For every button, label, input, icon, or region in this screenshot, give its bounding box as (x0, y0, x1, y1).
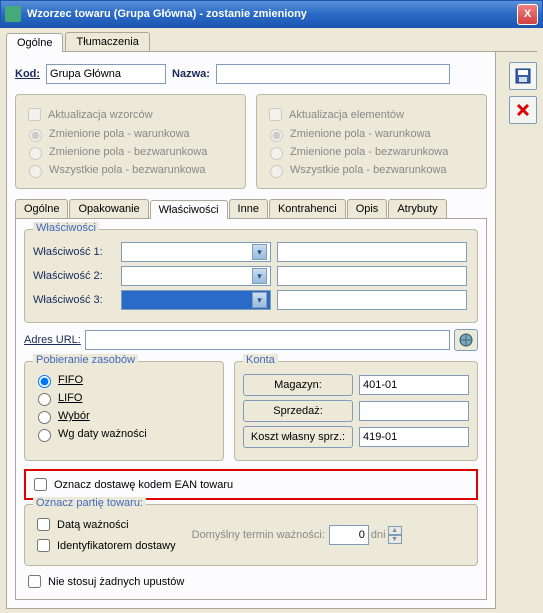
batch-id-check[interactable] (37, 539, 50, 552)
update-wzorcow-check (28, 108, 41, 121)
wybor-radio[interactable] (38, 411, 51, 424)
app-icon (5, 6, 21, 22)
batch-date-label: Datą ważności (57, 519, 129, 531)
konta-title: Konta (243, 354, 278, 366)
magazyn-input[interactable] (359, 375, 469, 395)
update-elementow-check (269, 108, 282, 121)
chevron-down-icon[interactable]: ▾ (252, 244, 267, 260)
magazyn-button[interactable]: Magazyn: (243, 374, 353, 396)
koszt-input[interactable] (359, 427, 469, 447)
prop2-label: Właściwość 2: (33, 270, 115, 282)
tab2-wlasciwosci[interactable]: Właściwości (150, 200, 228, 219)
save-button[interactable] (509, 62, 537, 90)
tab2-ogolne[interactable]: Ogólne (15, 199, 68, 218)
wz-r3 (29, 165, 42, 178)
cancel-button[interactable] (509, 96, 537, 124)
prop3-combo[interactable]: ▾ (121, 290, 271, 310)
chevron-down-icon[interactable]: ▾ (252, 268, 267, 284)
props-title: Właściwości (33, 222, 99, 234)
fifo-radio[interactable] (38, 375, 51, 388)
el-r1 (270, 129, 283, 142)
el-r3 (270, 165, 283, 178)
wz-r3-label: Wszystkie pola - bezwarunkowa (49, 164, 206, 176)
chevron-down-icon[interactable]: ▾ (252, 292, 267, 308)
prop1-label: Właściwość 1: (33, 246, 115, 258)
batch-title: Oznacz partię towaru: (33, 497, 146, 509)
update-wzorcow-label: Aktualizacja wzorców (48, 109, 153, 121)
url-browse-button[interactable] (454, 329, 478, 351)
wz-r1-label: Zmienione pola - warunkowa (49, 128, 190, 140)
prop1-text[interactable] (277, 242, 467, 262)
expiry-input[interactable] (329, 525, 369, 545)
wgdaty-radio[interactable] (38, 429, 51, 442)
wgdaty-label: Wg daty ważności (58, 428, 147, 440)
spin-up[interactable]: ▲ (388, 526, 402, 535)
kod-input[interactable] (46, 64, 166, 84)
wybor-label: Wybór (58, 410, 90, 422)
wz-r1 (29, 129, 42, 142)
kod-label: Kod: (15, 68, 40, 80)
wz-r2-label: Zmienione pola - bezwarunkowa (49, 146, 207, 158)
fetch-title: Pobieranie zasobów (33, 354, 138, 366)
tab2-opis[interactable]: Opis (347, 199, 388, 218)
url-label: Adres URL: (24, 334, 81, 346)
sprzedaz-button[interactable]: Sprzedaż: (243, 400, 353, 422)
batch-date-check[interactable] (37, 518, 50, 531)
discount-label: Nie stosuj żadnych upustów (48, 576, 184, 588)
lifo-label: LIFO (58, 392, 82, 404)
sub-tabs: Ogólne Opakowanie Właściwości Inne Kontr… (15, 199, 487, 218)
window-title: Wzorzec towaru (Grupa Główna) - zostanie… (27, 8, 517, 20)
tab2-opakowanie[interactable]: Opakowanie (69, 199, 148, 218)
prop2-text[interactable] (277, 266, 467, 286)
fifo-label: FIFO (58, 374, 83, 386)
x-icon (515, 102, 531, 118)
ean-highlight: Oznacz dostawę kodem EAN towaru (24, 469, 478, 500)
spin-down[interactable]: ▼ (388, 535, 402, 544)
floppy-icon (515, 68, 531, 84)
el-r3-label: Wszystkie pola - bezwarunkowa (290, 164, 447, 176)
el-r2 (270, 147, 283, 160)
lifo-radio[interactable] (38, 393, 51, 406)
wz-r2 (29, 147, 42, 160)
main-tabs: Ogólne Tłumaczenia (6, 32, 537, 52)
prop2-combo[interactable]: ▾ (121, 266, 271, 286)
nazwa-label: Nazwa: (172, 68, 210, 80)
ean-check[interactable] (34, 478, 47, 491)
koszt-button[interactable]: Koszt własny sprz.: (243, 426, 353, 448)
url-input[interactable] (85, 330, 450, 350)
tab2-atrybuty[interactable]: Atrybuty (388, 199, 446, 218)
tab-ogolne[interactable]: Ogólne (6, 33, 63, 52)
el-r2-label: Zmienione pola - bezwarunkowa (290, 146, 448, 158)
globe-icon (459, 333, 473, 347)
tab2-inne[interactable]: Inne (229, 199, 268, 218)
tab2-kontrahenci[interactable]: Kontrahenci (269, 199, 346, 218)
sprzedaz-input[interactable] (359, 401, 469, 421)
title-bar: Wzorzec towaru (Grupa Główna) - zostanie… (0, 0, 543, 28)
ean-label: Oznacz dostawę kodem EAN towaru (54, 479, 233, 491)
prop3-label: Właściwość 3: (33, 294, 115, 306)
batch-id-label: Identyfikatorem dostawy (57, 540, 176, 552)
expiry-label: Domyślny termin ważności: (192, 529, 325, 541)
prop1-combo[interactable]: ▾ (121, 242, 271, 262)
discount-check[interactable] (28, 575, 41, 588)
close-button[interactable]: X (517, 4, 538, 25)
el-r1-label: Zmienione pola - warunkowa (290, 128, 431, 140)
tab-tlumaczenia[interactable]: Tłumaczenia (65, 32, 149, 51)
nazwa-input[interactable] (216, 64, 450, 84)
prop3-text[interactable] (277, 290, 467, 310)
expiry-unit: dni (371, 529, 386, 541)
update-elementow-label: Aktualizacja elementów (289, 109, 404, 121)
